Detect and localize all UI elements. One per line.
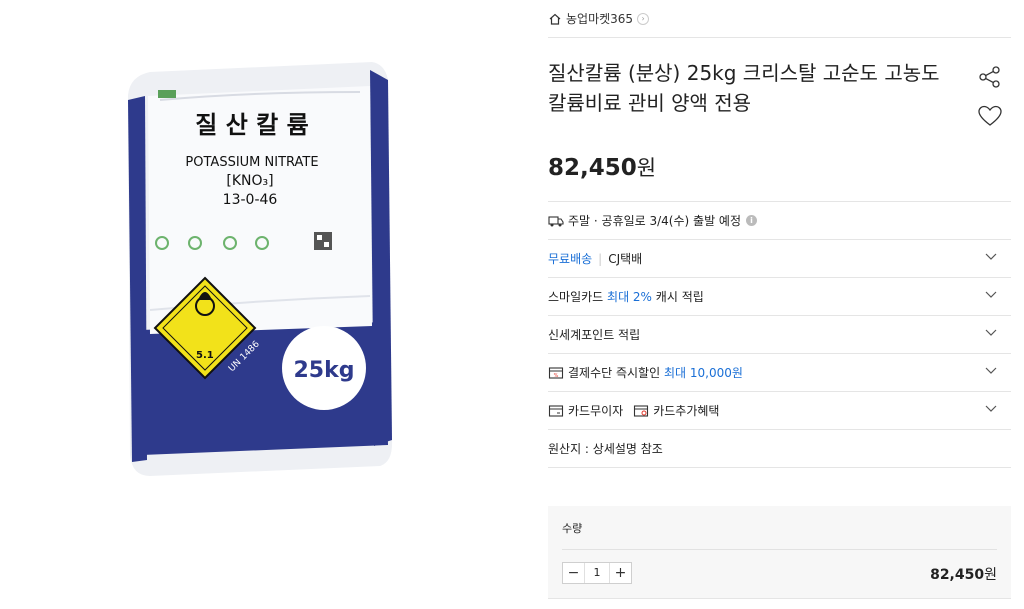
chevron-down-icon[interactable] bbox=[985, 405, 997, 413]
home-icon bbox=[549, 13, 561, 25]
product-info-panel: 농업마켓365 › 질산칼륨 (분상) 25kg 크리스탈 고순도 고농도 칼륨… bbox=[548, 0, 1011, 599]
total-price: 82,450원 bbox=[930, 564, 997, 584]
bag-npk: 13-0-46 bbox=[223, 192, 278, 208]
bag-formula: [KNO₃] bbox=[226, 173, 273, 189]
origin-text: 원산지 : 상세설명 참조 bbox=[548, 442, 663, 456]
decrease-button[interactable]: − bbox=[563, 563, 584, 583]
payment-discount-amount: 최대 10,000원 bbox=[663, 366, 743, 380]
chevron-down-icon[interactable] bbox=[985, 367, 997, 375]
bag-english-name: POTASSIUM NITRATE bbox=[185, 155, 318, 170]
card-icon bbox=[548, 404, 564, 417]
chevron-down-icon[interactable] bbox=[985, 291, 997, 299]
shipping-schedule: 주말 · 공휴일로 3/4(수) 출발 예정 i bbox=[548, 202, 1011, 240]
title-area: 질산칼륨 (분상) 25kg 크리스탈 고순도 고농도 칼륨비료 관비 양액 전… bbox=[548, 38, 1011, 148]
quantity-label: 수량 bbox=[562, 522, 583, 535]
increase-button[interactable]: + bbox=[610, 563, 631, 583]
product-image[interactable]: 질 산 칼 륨 POTASSIUM NITRATE [KNO₃] 13-0-46… bbox=[0, 0, 520, 609]
product-title: 질산칼륨 (분상) 25kg 크리스탈 고순도 고농도 칼륨비료 관비 양액 전… bbox=[548, 61, 940, 115]
card-installment-label: 카드무이자 bbox=[568, 404, 624, 418]
payment-discount[interactable]: % 결제수단 즉시할인 최대 10,000원 bbox=[548, 354, 1011, 392]
shipping-schedule-text: 주말 · 공휴일로 3/4(수) 출발 예정 bbox=[568, 214, 742, 228]
price: 82,450원 bbox=[548, 152, 656, 182]
divider: | bbox=[598, 251, 603, 266]
total-price-currency: 원 bbox=[984, 567, 997, 583]
svg-text:%: % bbox=[554, 373, 559, 379]
fertilizer-bag-image: 질 산 칼 륨 POTASSIUM NITRATE [KNO₃] 13-0-46… bbox=[128, 62, 393, 476]
chevron-down-icon[interactable] bbox=[985, 253, 997, 261]
chevron-right-icon: › bbox=[637, 12, 650, 25]
price-currency: 원 bbox=[636, 156, 657, 180]
quantity-section: 수량 − 1 + 82,450원 bbox=[548, 506, 1011, 599]
wishlist-heart-icon[interactable] bbox=[977, 104, 1003, 128]
quantity-stepper[interactable]: − 1 + bbox=[562, 562, 632, 584]
bag-hazard-class: 5.1 bbox=[196, 350, 214, 361]
quantity-input[interactable]: 1 bbox=[584, 563, 610, 583]
ssg-point-benefit[interactable]: 신세계포인트 적립 bbox=[548, 316, 1011, 354]
store-name-link[interactable]: 농업마켓365 bbox=[566, 10, 633, 27]
origin-info: 원산지 : 상세설명 참조 bbox=[548, 430, 1011, 468]
breadcrumb[interactable]: 농업마켓365 › bbox=[548, 0, 1011, 38]
chevron-down-icon[interactable] bbox=[985, 329, 997, 337]
payment-discount-label: 결제수단 즉시할인 bbox=[568, 366, 661, 380]
smile-card-suffix: 캐시 적립 bbox=[655, 290, 704, 304]
bag-korean-name: 질 산 칼 륨 bbox=[195, 111, 308, 139]
ssg-point-label: 신세계포인트 적립 bbox=[548, 328, 641, 342]
truck-icon bbox=[548, 215, 564, 226]
total-price-value: 82,450 bbox=[930, 567, 985, 583]
smile-card-benefit[interactable]: 스마일카드 최대 2% 캐시 적립 bbox=[548, 278, 1011, 316]
price-value: 82,450 bbox=[548, 155, 637, 181]
smile-card-label: 스마일카드 bbox=[548, 290, 604, 304]
benefit-list: 주말 · 공휴일로 3/4(수) 출발 예정 i 무료배송 | CJ택배 스마일… bbox=[548, 201, 1011, 468]
card-extra-icon bbox=[634, 404, 649, 417]
info-icon[interactable]: i bbox=[746, 215, 758, 226]
card-extra-label: 카드추가혜택 bbox=[653, 404, 720, 418]
smile-card-rate: 최대 2% bbox=[607, 290, 652, 304]
divider bbox=[562, 549, 997, 550]
bag-weight: 25kg bbox=[294, 358, 355, 383]
delivery-option[interactable]: 무료배송 | CJ택배 bbox=[548, 240, 1011, 278]
card-benefits[interactable]: 카드무이자 카드추가혜택 bbox=[548, 392, 1011, 430]
discount-coupon-icon: % bbox=[548, 366, 564, 379]
free-shipping-label: 무료배송 bbox=[548, 252, 593, 266]
carrier-label: CJ택배 bbox=[608, 252, 643, 266]
share-icon[interactable] bbox=[977, 64, 1003, 90]
